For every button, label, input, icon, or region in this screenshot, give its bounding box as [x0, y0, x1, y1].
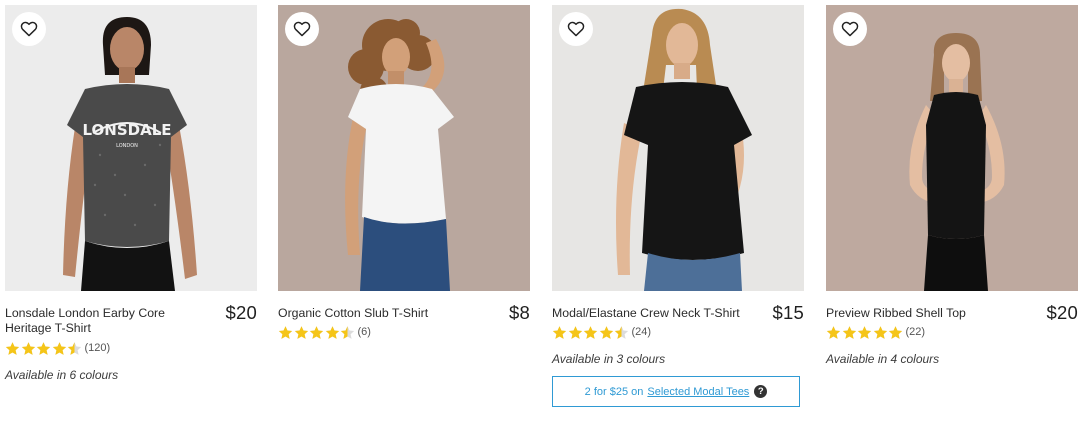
star-icon — [67, 341, 82, 355]
product-price: $20 — [225, 302, 257, 323]
product-card-lonsdale-tee[interactable]: LONSDALE LONDON Lonsdale London Earby Co… — [5, 5, 257, 382]
favourite-button[interactable] — [833, 12, 867, 46]
favourite-button[interactable] — [285, 12, 319, 46]
question-circle-icon[interactable]: ? — [754, 385, 768, 398]
product-image[interactable] — [278, 5, 530, 291]
star-icon — [52, 341, 66, 355]
star-icon — [21, 341, 35, 355]
favourite-button[interactable] — [12, 12, 46, 46]
availability-text: Available in 4 colours — [826, 352, 940, 366]
product-price: $15 — [772, 302, 804, 323]
availability-text: Available in 3 colours — [552, 352, 666, 366]
heart-outline-icon — [841, 21, 859, 37]
promo-link[interactable]: Selected Modal Tees — [647, 386, 749, 398]
product-price: $20 — [1046, 302, 1078, 323]
promo-text: 2 for $25 on — [584, 385, 644, 398]
product-card-modal-tee[interactable]: Modal/Elastane Crew Neck T-Shirt $15 (24… — [552, 5, 804, 407]
promo-offer-button[interactable]: 2 for $25 on Selected Modal Tees ? — [552, 376, 800, 407]
product-title[interactable]: Modal/Elastane Crew Neck T-Shirt — [552, 306, 757, 321]
product-price: $8 — [509, 302, 530, 323]
svg-text:LONDON: LONDON — [116, 143, 138, 149]
product-title[interactable]: Lonsdale London Earby Core Heritage T-Sh… — [5, 306, 210, 336]
product-image[interactable] — [826, 5, 1078, 291]
product-image[interactable] — [552, 5, 804, 291]
product-card-ribbed-top[interactable]: Preview Ribbed Shell Top $20 (22) Availa… — [826, 5, 1078, 366]
product-photo-model — [552, 5, 804, 291]
product-rating: (120) — [5, 338, 257, 358]
product-card-organic-tee[interactable]: Organic Cotton Slub T-Shirt $8 (6) — [278, 5, 530, 342]
review-count: (120) — [84, 342, 111, 354]
svg-text:LONSDALE: LONSDALE — [83, 121, 172, 139]
availability-text: Available in 6 colours — [5, 368, 119, 382]
product-grid: LONSDALE LONDON Lonsdale London Earby Co… — [0, 0, 1080, 430]
product-photo-model — [278, 5, 530, 291]
star-icon — [36, 341, 51, 355]
heart-outline-icon — [20, 21, 38, 37]
product-photo-model — [826, 5, 1078, 291]
product-image[interactable]: LONSDALE LONDON — [5, 5, 257, 291]
product-title[interactable]: Preview Ribbed Shell Top — [826, 306, 1031, 321]
favourite-button[interactable] — [559, 12, 593, 46]
star-icon — [5, 341, 20, 355]
product-photo-model: LONSDALE LONDON — [5, 5, 257, 291]
star-rating — [5, 341, 83, 356]
heart-outline-icon — [293, 21, 311, 37]
product-title[interactable]: Organic Cotton Slub T-Shirt — [278, 306, 483, 321]
heart-outline-icon — [567, 21, 585, 37]
